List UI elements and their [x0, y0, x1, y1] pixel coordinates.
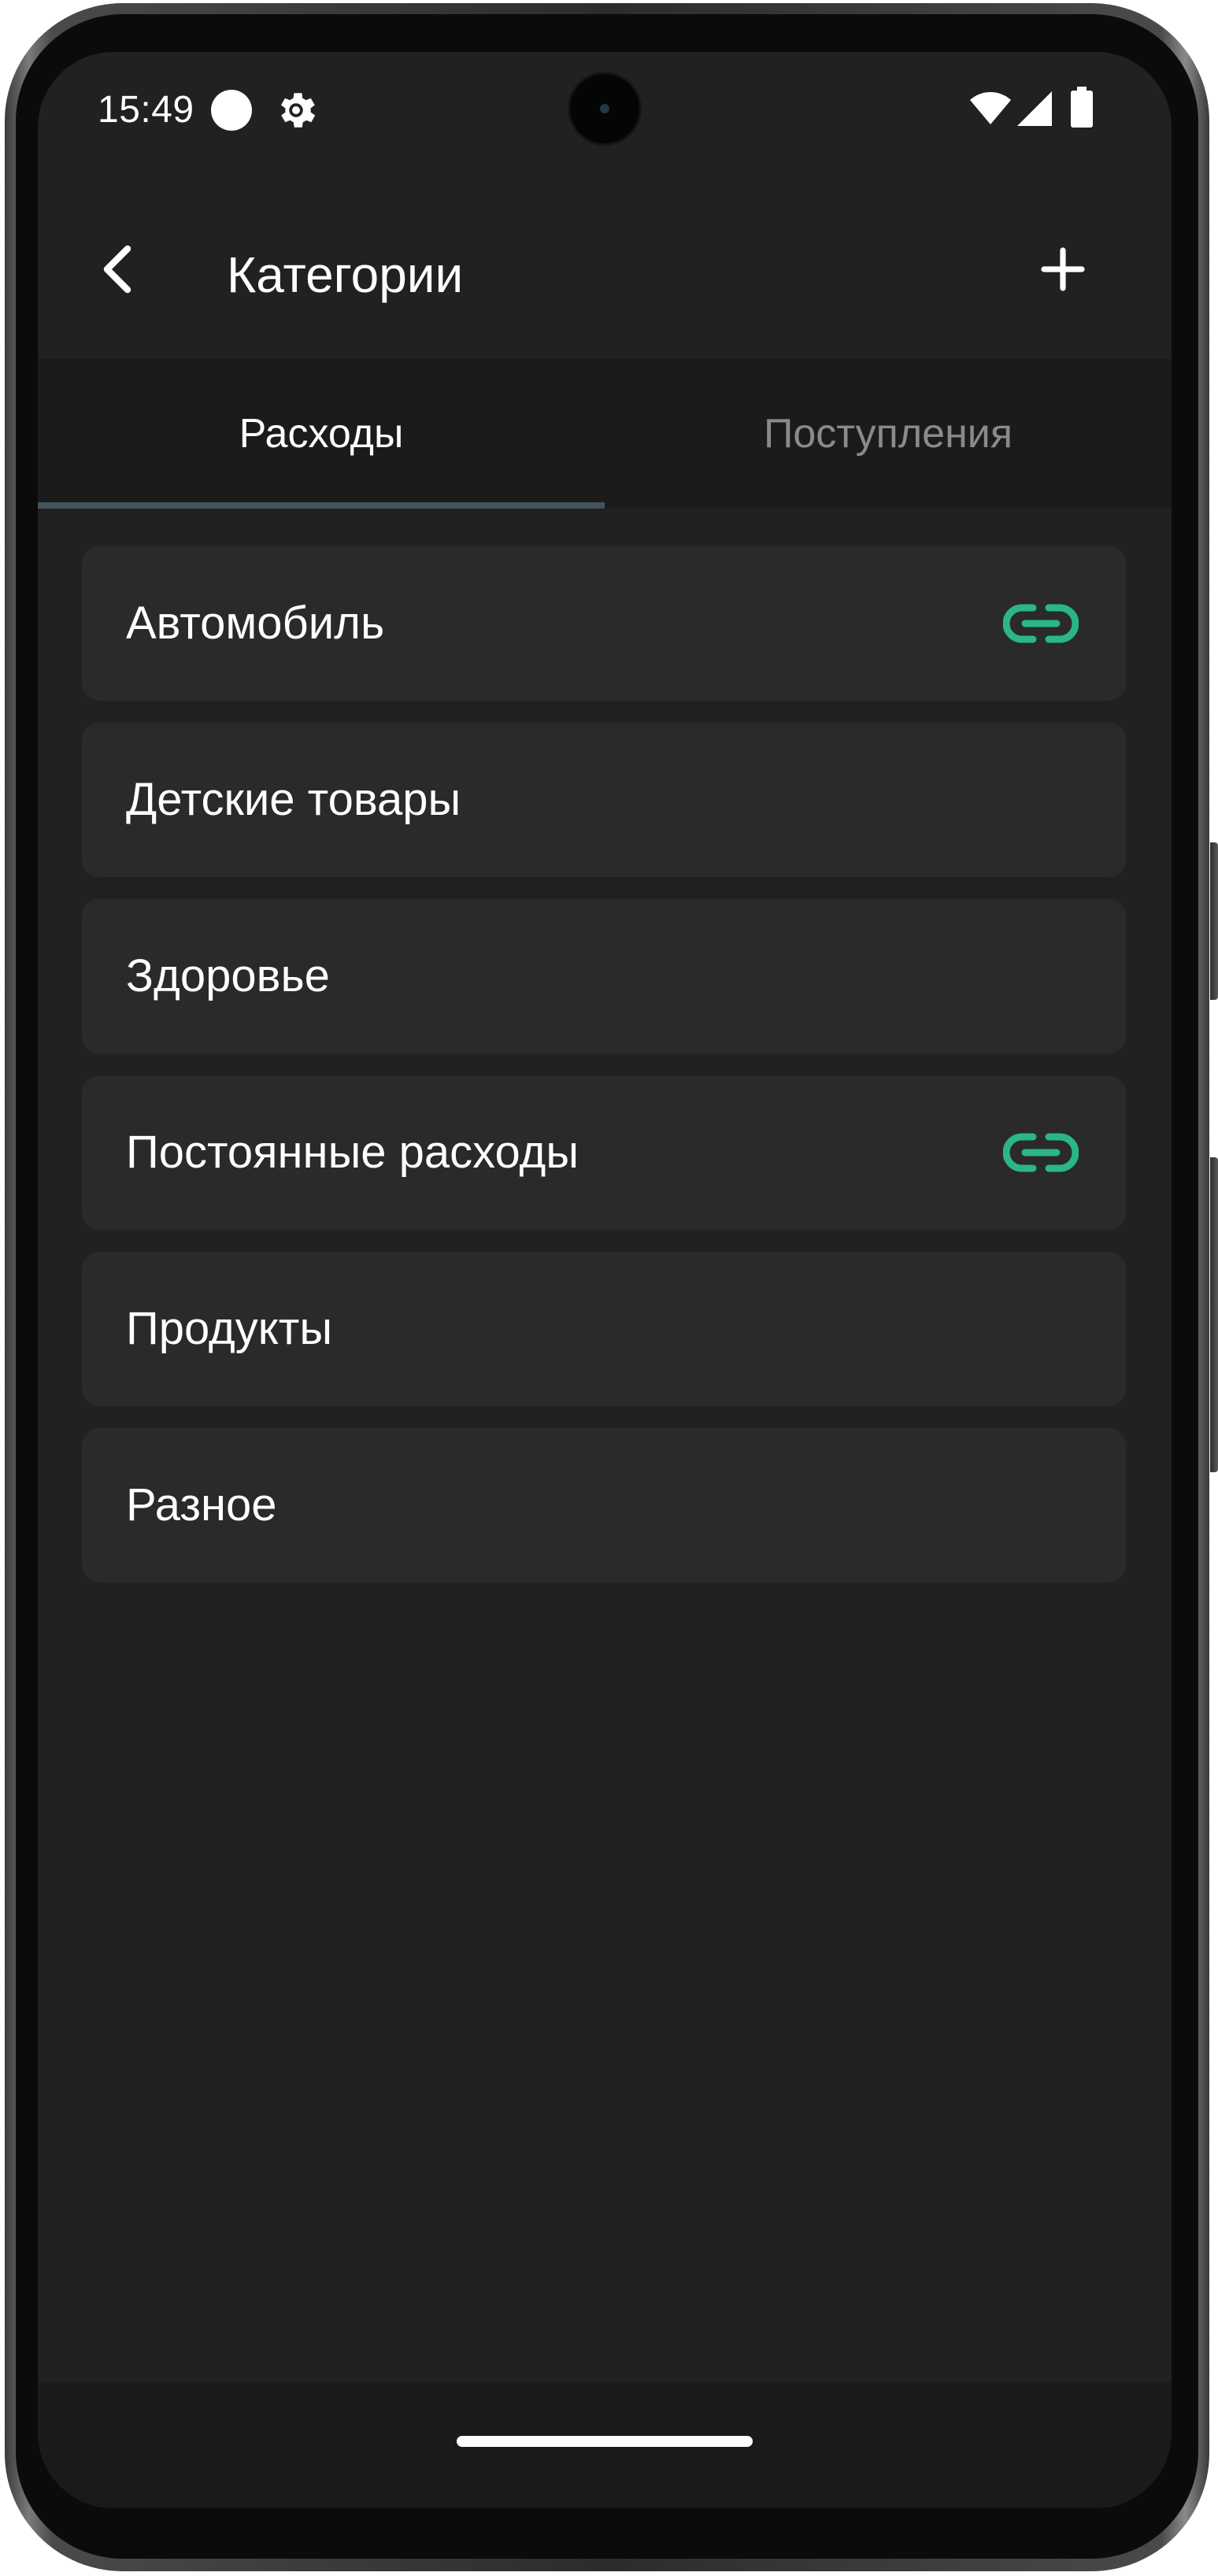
- category-label: Здоровье: [126, 950, 330, 1001]
- gear-icon: [281, 93, 316, 128]
- front-camera: [570, 74, 639, 143]
- link-icon[interactable]: [1003, 1131, 1079, 1175]
- category-item[interactable]: Разное: [82, 1428, 1126, 1582]
- status-time: 15:49: [98, 89, 194, 131]
- tab-bar: Расходы Поступления: [38, 359, 1172, 509]
- category-label: Продукты: [126, 1303, 333, 1354]
- volume-button: [1210, 842, 1218, 1000]
- category-label: Разное: [126, 1479, 277, 1530]
- page-title: Категории: [227, 246, 464, 303]
- gesture-nav-handle[interactable]: [457, 2436, 753, 2447]
- power-button: [1210, 1157, 1218, 1472]
- tab-expenses[interactable]: Расходы: [38, 359, 605, 509]
- category-label: Детские товары: [126, 774, 461, 825]
- category-label: Автомобиль: [126, 598, 385, 649]
- tab-income[interactable]: Поступления: [605, 359, 1172, 509]
- category-item[interactable]: Здоровье: [82, 899, 1126, 1053]
- category-item[interactable]: Детские товары: [82, 723, 1126, 877]
- tab-indicator: [38, 502, 605, 509]
- app-bar: Категории: [38, 170, 1172, 354]
- category-item[interactable]: Автомобиль: [82, 546, 1126, 701]
- circle-notification-icon: [211, 90, 252, 131]
- category-label: Постоянные расходы: [126, 1127, 579, 1178]
- status-bar: 15:49: [38, 52, 1172, 170]
- screen: 15:49 Категории Расходы Поступления Авто…: [38, 52, 1172, 2508]
- category-item[interactable]: Продукты: [82, 1252, 1126, 1406]
- chevron-left-icon: [103, 245, 131, 294]
- wifi-icon: [970, 92, 1011, 124]
- link-icon[interactable]: [1003, 601, 1079, 646]
- signal-icon: [1017, 91, 1052, 126]
- phone-frame: 15:49 Категории Расходы Поступления Авто…: [0, 0, 1218, 2576]
- back-button[interactable]: [85, 238, 148, 301]
- add-category-button[interactable]: [1030, 236, 1096, 302]
- battery-icon: [1071, 87, 1093, 128]
- category-item[interactable]: Постоянные расходы: [82, 1075, 1126, 1230]
- plus-icon: [1041, 247, 1085, 291]
